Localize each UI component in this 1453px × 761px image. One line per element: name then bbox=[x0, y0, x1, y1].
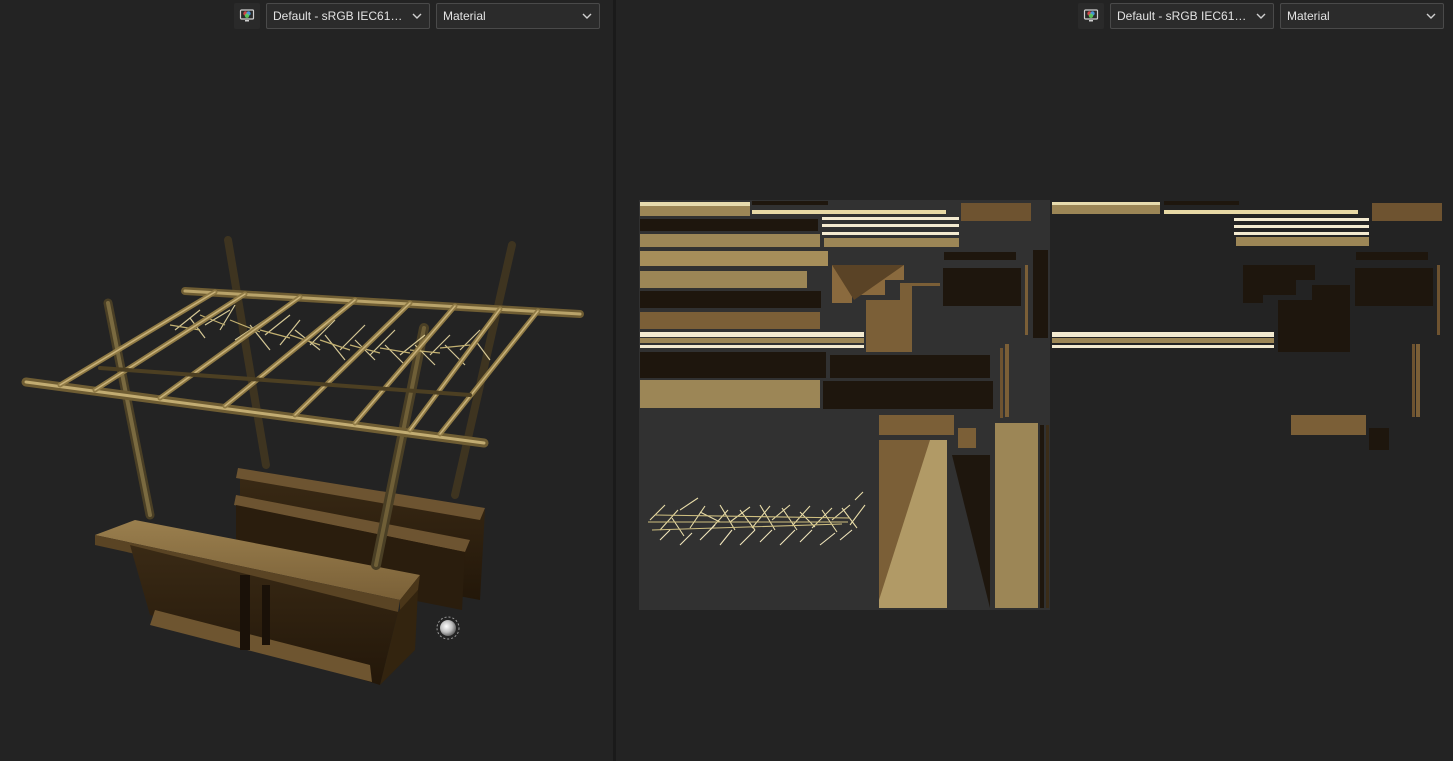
colorspace-value: Default - sRGB IEC61966-2. bbox=[273, 9, 407, 23]
uv-texture-view[interactable] bbox=[616, 30, 1453, 761]
channel-dropdown[interactable]: Material bbox=[1280, 3, 1444, 29]
chevron-down-icon bbox=[582, 13, 592, 19]
monitor-color-icon[interactable] bbox=[1078, 3, 1104, 29]
light-sphere-icon[interactable] bbox=[436, 616, 460, 640]
viewport-3d-toolbar: Default - sRGB IEC61966-2. Material bbox=[234, 3, 600, 29]
colorspace-value: Default - sRGB IEC61966-2. bbox=[1117, 9, 1251, 23]
chevron-down-icon bbox=[1256, 13, 1266, 19]
chevron-down-icon bbox=[1426, 13, 1436, 19]
uv-tile bbox=[639, 200, 1050, 610]
channel-value: Material bbox=[1287, 9, 1330, 23]
colorspace-dropdown[interactable]: Default - sRGB IEC61966-2. bbox=[1110, 3, 1274, 29]
uv-2d-panel[interactable]: Default - sRGB IEC61966-2. Material bbox=[616, 0, 1453, 761]
chevron-down-icon bbox=[412, 13, 422, 19]
channel-dropdown[interactable]: Material bbox=[436, 3, 600, 29]
colorspace-dropdown[interactable]: Default - sRGB IEC61966-2. bbox=[266, 3, 430, 29]
monitor-color-icon[interactable] bbox=[234, 3, 260, 29]
channel-value: Material bbox=[443, 9, 486, 23]
uv-tile-adjacent bbox=[1052, 201, 1442, 450]
3d-model-view[interactable] bbox=[0, 30, 613, 761]
viewport-3d-panel[interactable]: Default - sRGB IEC61966-2. Material bbox=[0, 0, 613, 761]
uv-2d-toolbar: Default - sRGB IEC61966-2. Material bbox=[1078, 3, 1444, 29]
